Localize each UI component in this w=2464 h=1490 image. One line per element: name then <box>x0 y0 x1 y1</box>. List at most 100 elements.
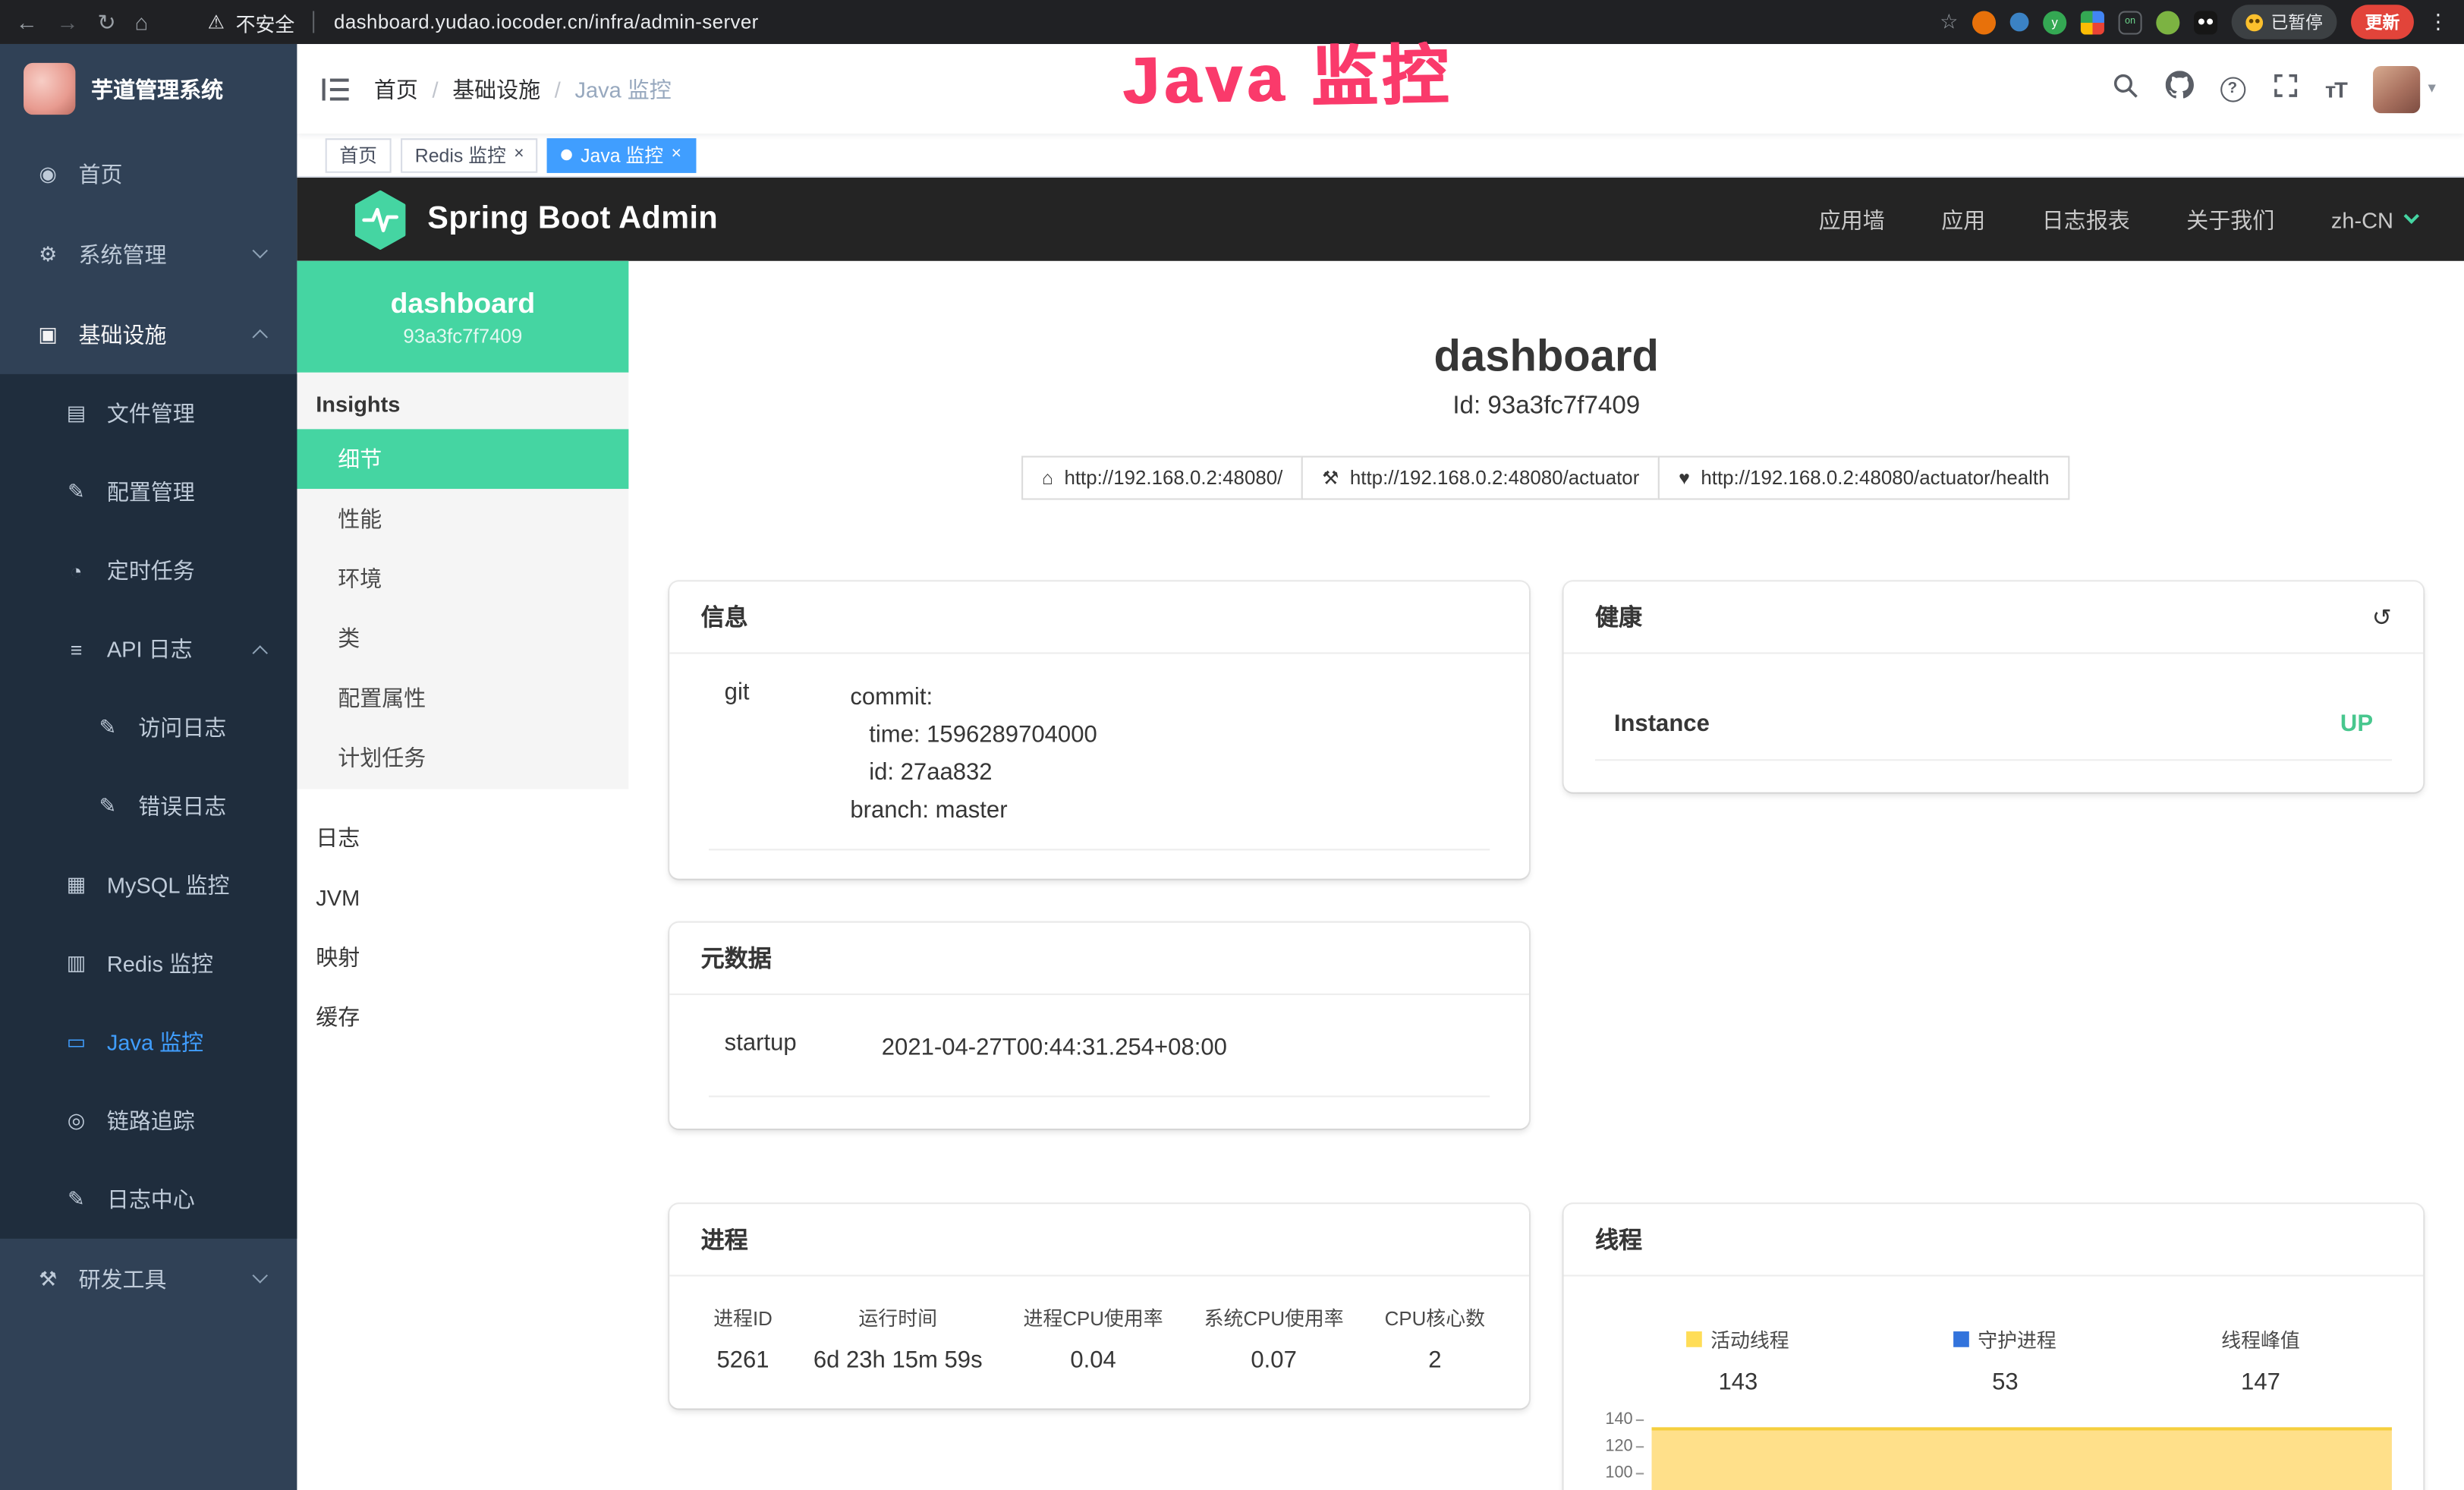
extension-icon[interactable] <box>1972 10 1996 33</box>
close-icon[interactable]: × <box>514 146 524 164</box>
extension-icon[interactable] <box>2081 10 2104 33</box>
sba-logo-icon <box>354 190 407 250</box>
language-selector[interactable]: zh-CN <box>2331 206 2417 232</box>
sidebar-item-access-logs[interactable]: ✎ 访问日志 <box>0 688 297 767</box>
chevron-down-icon <box>252 243 268 259</box>
breadcrumb-item[interactable]: 基础设施 <box>452 73 540 104</box>
insights-group-label: Insights <box>297 373 628 430</box>
breadcrumb-item[interactable]: 首页 <box>374 73 418 104</box>
info-row-git: git commit: time: 1596289704000 id: 27aa… <box>709 654 1490 850</box>
process-card: 进程 进程ID 5261 运行时间 6d 23h 15m 59s <box>669 1204 1529 1408</box>
collapse-menu-icon[interactable] <box>323 78 349 100</box>
security-label: 不安全 <box>236 7 295 36</box>
tab-home[interactable]: 首页 <box>326 137 392 172</box>
sba-sidebar-item-configprops[interactable]: 配置属性 <box>297 668 628 728</box>
extension-icon[interactable]: on <box>2119 10 2142 33</box>
home-icon[interactable]: ⌂ <box>135 11 149 33</box>
metadata-card: 元数据 startup 2021-04-27T00:44:31.254+08:0… <box>669 923 1529 1129</box>
sba-nav-journal[interactable]: 日志报表 <box>2042 203 2130 235</box>
sidebar-item-log-center[interactable]: ✎ 日志中心 <box>0 1160 297 1239</box>
browser-menu-icon[interactable]: ⋮ <box>2428 9 2449 34</box>
sba-sidebar-item-classes[interactable]: 类 <box>297 608 628 668</box>
instance-name: dashboard <box>391 287 536 320</box>
reload-icon[interactable]: ↻ <box>97 11 115 33</box>
update-button[interactable]: 更新 <box>2351 5 2414 39</box>
sidebar-item-error-logs[interactable]: ✎ 错误日志 <box>0 767 297 846</box>
tab-label: Redis 监控 <box>415 141 506 168</box>
instance-header[interactable]: dashboard 93a3fc7f7409 <box>297 261 628 373</box>
log-center-icon: ✎ <box>63 1187 90 1212</box>
forward-icon[interactable]: → <box>57 11 79 33</box>
sidebar-item-redis-monitor[interactable]: ▥ Redis 监控 <box>0 925 297 1003</box>
sba-body: dashboard 93a3fc7f7409 Insights 细节 性能 环境… <box>297 261 2464 1490</box>
col-label: 进程CPU使用率 <box>1024 1302 1163 1331</box>
url-bar[interactable]: ⚠ 不安全 dashboard.yudao.iocoder.cn/infra/a… <box>208 7 759 36</box>
cards-grid: 信息 git commit: time: 1596289704000 id: 2… <box>628 581 2464 1490</box>
sba-nav-about[interactable]: 关于我们 <box>2186 203 2274 235</box>
health-instance-row[interactable]: Instance UP <box>1595 654 2392 761</box>
github-icon[interactable] <box>2165 71 2193 107</box>
link-label: http://192.168.0.2:48080/actuator <box>1350 467 1639 489</box>
sba-nav-wallboard[interactable]: 应用墙 <box>1819 203 1885 235</box>
sba-nav-applications[interactable]: 应用 <box>1941 203 1985 235</box>
file-icon: ▤ <box>63 401 90 426</box>
actuator-url-link[interactable]: ⚒ http://192.168.0.2:48080/actuator <box>1301 456 1660 500</box>
sidebar-item-config-manage[interactable]: ✎ 配置管理 <box>0 452 297 531</box>
bookmark-star-icon[interactable]: ☆ <box>1940 9 1958 34</box>
extension-icon[interactable] <box>2194 10 2217 33</box>
sba-sidebar-item-scheduledtasks[interactable]: 计划任务 <box>297 728 628 788</box>
sidebar-item-infra[interactable]: ▣ 基础设施 <box>0 294 297 374</box>
app-title: 芋道管理系统 <box>91 73 223 104</box>
service-url-link[interactable]: ⌂ http://192.168.0.2:48080/ <box>1021 456 1303 500</box>
sba-sidebar-item-logfile[interactable]: 日志 <box>297 808 628 868</box>
card-title-text: 信息 <box>701 600 748 633</box>
devtools-icon: ⚒ <box>35 1266 61 1291</box>
back-icon[interactable]: ← <box>16 11 38 33</box>
close-icon[interactable]: × <box>672 146 681 164</box>
col-label: 运行时间 <box>813 1302 983 1331</box>
sidebar-item-trace[interactable]: ◎ 链路追踪 <box>0 1082 297 1161</box>
git-commit-line: commit: <box>850 679 1097 717</box>
user-menu[interactable]: ▾ <box>2373 65 2436 112</box>
app-sidebar: 芋道管理系统 ◉ 首页 ⚙ 系统管理 ▣ 基础设施 ▤ 文件管理 ✎ 配置管理 <box>0 44 297 1490</box>
sidebar-item-api-logs[interactable]: ≡ API 日志 <box>0 610 297 689</box>
health-instance-label: Instance <box>1614 710 1710 737</box>
sidebar-item-mysql-monitor[interactable]: ▦ MySQL 监控 <box>0 846 297 925</box>
extension-icon[interactable] <box>2010 13 2029 32</box>
health-url-link[interactable]: ♥ http://192.168.0.2:48080/actuator/heal… <box>1658 456 2069 500</box>
avatar <box>2373 65 2420 112</box>
sba-sidebar-item-environment[interactable]: 环境 <box>297 549 628 609</box>
help-icon[interactable]: ? <box>2220 76 2245 101</box>
sidebar-submenu-infra: ▤ 文件管理 ✎ 配置管理 ◔ 定时任务 ≡ API 日志 ✎ 访问日志 ✎ <box>0 374 297 1239</box>
sidebar-item-file-manage[interactable]: ▤ 文件管理 <box>0 374 297 453</box>
sidebar-item-devtools[interactable]: ⚒ 研发工具 <box>0 1239 297 1319</box>
search-icon[interactable] <box>2111 71 2138 106</box>
sba-sidebar-item-metrics[interactable]: 性能 <box>297 489 628 549</box>
sidebar-item-home[interactable]: ◉ 首页 <box>0 134 297 214</box>
y-axis-tick: 120 <box>1586 1437 1633 1456</box>
history-icon[interactable]: ↺ <box>2372 603 2392 631</box>
tab-redis-monitor[interactable]: Redis 监控 × <box>401 137 538 172</box>
tab-java-monitor[interactable]: Java 监控 × <box>548 137 696 172</box>
sidebar-item-scheduled-jobs[interactable]: ◔ 定时任务 <box>0 531 297 610</box>
sba-sidebar-item-details[interactable]: 细节 <box>297 429 628 489</box>
sidebar-item-java-monitor[interactable]: ▭ Java 监控 <box>0 1003 297 1082</box>
sba-sidebar-item-caches[interactable]: 缓存 <box>297 988 628 1047</box>
paused-badge[interactable]: 已暂停 <box>2232 5 2337 39</box>
chart-plot-area <box>1652 1418 2392 1490</box>
sba-sidebar-item-jvm[interactable]: JVM <box>297 868 628 928</box>
extension-icon[interactable]: y <box>2043 10 2066 33</box>
sidebar-item-system[interactable]: ⚙ 系统管理 <box>0 214 297 295</box>
fullscreen-icon[interactable] <box>2272 71 2299 106</box>
text-size-icon[interactable]: тT <box>2325 76 2346 101</box>
monitor-icon: ▣ <box>35 321 61 346</box>
sba-sidebar-item-mappings[interactable]: 映射 <box>297 928 628 988</box>
legend-value: 53 <box>1954 1369 2056 1396</box>
extension-icon[interactable] <box>2156 10 2179 33</box>
header-actions: ? тT ▾ <box>2111 65 2436 112</box>
language-label: zh-CN <box>2331 206 2393 232</box>
metadata-row-startup: startup 2021-04-27T00:44:31.254+08:00 <box>709 995 1490 1098</box>
sba-brand-title[interactable]: Spring Boot Admin <box>427 201 718 238</box>
screen: Java 监控 ← → ↻ ⌂ ⚠ 不安全 dashboard.yudao.io… <box>0 0 2464 1490</box>
app-logo[interactable]: 芋道管理系统 <box>0 44 297 134</box>
